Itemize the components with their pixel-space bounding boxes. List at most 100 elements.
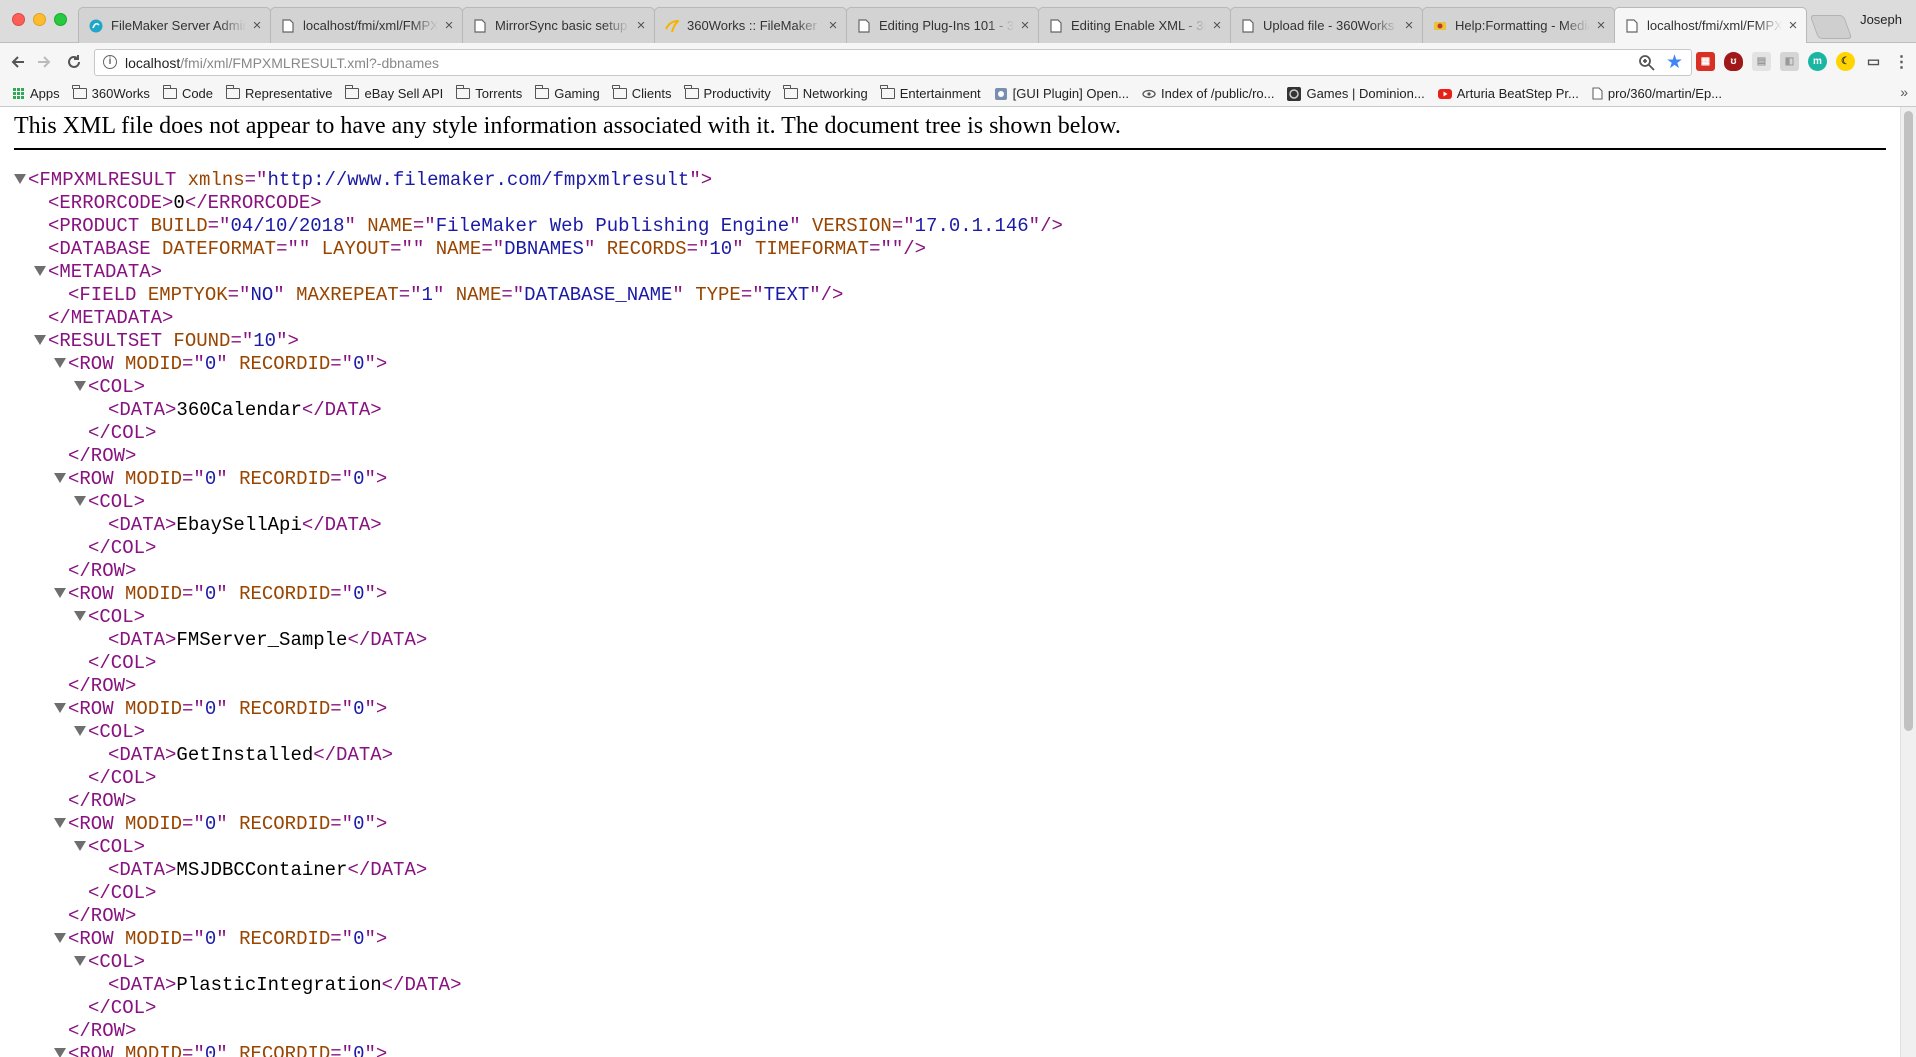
collapse-triangle-icon[interactable] xyxy=(74,381,86,391)
extension-m-icon[interactable]: m xyxy=(1808,52,1827,71)
xml-tag: =" xyxy=(227,284,251,306)
tab-6[interactable]: Upload file - 360Works × xyxy=(1230,7,1423,43)
menu-kebab-icon[interactable]: ⋮ xyxy=(1892,52,1911,71)
xml-tree: <FMPXMLRESULT xmlns="http://www.filemake… xyxy=(14,169,1063,1057)
xml-line: <COL> xyxy=(14,951,1063,974)
extension-grey-icon[interactable]: ▤ xyxy=(1752,52,1771,71)
tab-0[interactable]: FileMaker Server Admin × xyxy=(78,7,271,43)
extension-red-icon[interactable]: ▦ xyxy=(1696,52,1715,71)
bookmark-item-2[interactable]: Code xyxy=(162,85,213,101)
bookmark-item-5[interactable]: Torrents xyxy=(455,85,522,101)
page-icon xyxy=(281,18,295,33)
tab-close-icon[interactable]: × xyxy=(1210,17,1224,34)
bookmark-item-11[interactable]: [GUI Plugin] Open... xyxy=(994,86,1129,101)
bookmark-item-14[interactable]: Arturia BeatStep Pr... xyxy=(1437,86,1579,101)
xml-tag: =" xyxy=(501,284,525,306)
xml-tag: <DATA> xyxy=(108,399,177,421)
back-button[interactable] xyxy=(6,50,30,74)
xml-val: 0 xyxy=(204,1043,217,1057)
tab-close-icon[interactable]: × xyxy=(634,17,648,34)
reload-button[interactable] xyxy=(62,50,86,74)
tab-close-icon[interactable]: × xyxy=(1402,17,1416,34)
folder-icon xyxy=(162,85,177,99)
youtube-icon xyxy=(1437,88,1452,99)
bookmark-label: 360Works xyxy=(91,86,150,101)
collapse-triangle-icon[interactable] xyxy=(74,726,86,736)
bookmark-item-0[interactable]: Apps xyxy=(12,86,60,101)
zoom-window-button[interactable] xyxy=(54,13,67,26)
tab-close-icon[interactable]: × xyxy=(442,17,456,34)
tab-7[interactable]: Help:Formatting - Media × xyxy=(1422,7,1615,43)
xml-line: </ROW> xyxy=(14,905,1063,928)
tab-close-icon[interactable]: × xyxy=(1786,17,1800,34)
xml-val: 0 xyxy=(353,583,365,605)
bookmark-star-icon[interactable]: ★ xyxy=(1666,51,1683,74)
tab-5[interactable]: Editing Enable XML - 360 × xyxy=(1038,7,1231,43)
bookmark-item-8[interactable]: Productivity xyxy=(684,85,771,101)
collapse-triangle-icon[interactable] xyxy=(54,703,66,713)
scrollbar-thumb[interactable] xyxy=(1904,111,1913,731)
bookmark-item-3[interactable]: Representative xyxy=(225,85,332,101)
minimize-window-button[interactable] xyxy=(33,13,46,26)
url-host: localhost xyxy=(125,55,181,71)
xml-tag: <COL> xyxy=(88,721,146,743)
folder-icon xyxy=(880,85,895,99)
collapse-triangle-icon[interactable] xyxy=(54,1048,66,1057)
bookmark-item-7[interactable]: Clients xyxy=(612,85,672,101)
collapse-triangle-icon[interactable] xyxy=(54,358,66,368)
bookmark-item-12[interactable]: Index of /public/ro... xyxy=(1142,86,1274,101)
xml-txt: EbaySellApi xyxy=(176,514,302,536)
xml-tag: "> xyxy=(364,583,388,605)
bookmark-item-9[interactable]: Networking xyxy=(783,85,868,101)
address-bar[interactable]: i localhost/fmi/xml/FMPXMLRESULT.xml?-db… xyxy=(94,49,1692,76)
tab-close-icon[interactable]: × xyxy=(1018,17,1032,34)
tab-8[interactable]: localhost/fmi/xml/FMPXML × xyxy=(1614,7,1807,43)
collapse-triangle-icon[interactable] xyxy=(74,611,86,621)
tab-2[interactable]: MirrorSync basic setup × xyxy=(462,7,655,43)
bookmark-item-6[interactable]: Gaming xyxy=(534,85,600,101)
xml-tag: =" xyxy=(330,928,354,950)
collapse-triangle-icon[interactable] xyxy=(54,588,66,598)
vertical-scrollbar[interactable] xyxy=(1900,107,1916,1057)
collapse-triangle-icon[interactable] xyxy=(14,174,26,184)
profile-name[interactable]: Joseph xyxy=(1860,12,1902,27)
xml-tag: "> xyxy=(364,698,388,720)
tab-close-icon[interactable]: × xyxy=(250,17,264,34)
xml-tag: " xyxy=(583,238,607,260)
forward-button[interactable] xyxy=(32,50,56,74)
tab-close-icon[interactable]: × xyxy=(826,17,840,34)
extension-grey2-icon[interactable]: ◧ xyxy=(1780,52,1799,71)
page-icon xyxy=(857,18,871,33)
xml-attr: RECORDID xyxy=(239,583,331,605)
zoom-magnifier-icon[interactable] xyxy=(1637,53,1657,73)
bookmark-item-10[interactable]: Entertainment xyxy=(880,85,981,101)
collapse-triangle-icon[interactable] xyxy=(74,956,86,966)
bookmark-item-1[interactable]: 360Works xyxy=(72,85,150,101)
collapse-triangle-icon[interactable] xyxy=(54,473,66,483)
new-tab-button[interactable] xyxy=(1809,15,1853,39)
bookmarks-overflow-icon[interactable]: » xyxy=(1900,84,1908,100)
close-window-button[interactable] xyxy=(12,13,25,26)
tab-3[interactable]: 360Works :: FileMaker D × xyxy=(654,7,847,43)
tab-1[interactable]: localhost/fmi/xml/FMPXMLRESULT.xml × xyxy=(270,7,463,43)
bookmark-item-15[interactable]: pro/360/martin/Ep... xyxy=(1592,86,1722,101)
xml-tag: </ROW> xyxy=(68,560,137,582)
collapse-triangle-icon[interactable] xyxy=(74,496,86,506)
bookmark-item-4[interactable]: eBay Sell API xyxy=(345,85,443,101)
tab-4[interactable]: Editing Plug-Ins 101 - 360 × xyxy=(846,7,1039,43)
xml-tag: </ROW> xyxy=(68,675,137,697)
collapse-triangle-icon[interactable] xyxy=(54,933,66,943)
cast-icon[interactable]: ▭ xyxy=(1864,52,1883,71)
xml-line: </COL> xyxy=(14,652,1063,675)
collapse-triangle-icon[interactable] xyxy=(34,335,46,345)
collapse-triangle-icon[interactable] xyxy=(34,266,46,276)
tab-close-icon[interactable]: × xyxy=(1594,17,1608,34)
extension-moon-icon[interactable]: ☾ xyxy=(1836,52,1855,71)
collapse-triangle-icon[interactable] xyxy=(54,818,66,828)
collapse-triangle-icon[interactable] xyxy=(74,841,86,851)
info-icon[interactable]: i xyxy=(103,55,117,69)
ublock-shield-icon[interactable]: ʊ xyxy=(1724,52,1743,71)
bookmark-item-13[interactable]: Games | Dominion... xyxy=(1287,86,1425,101)
xml-line: <DATA>GetInstalled</DATA> xyxy=(14,744,1063,767)
xml-val: 0 xyxy=(353,813,365,835)
